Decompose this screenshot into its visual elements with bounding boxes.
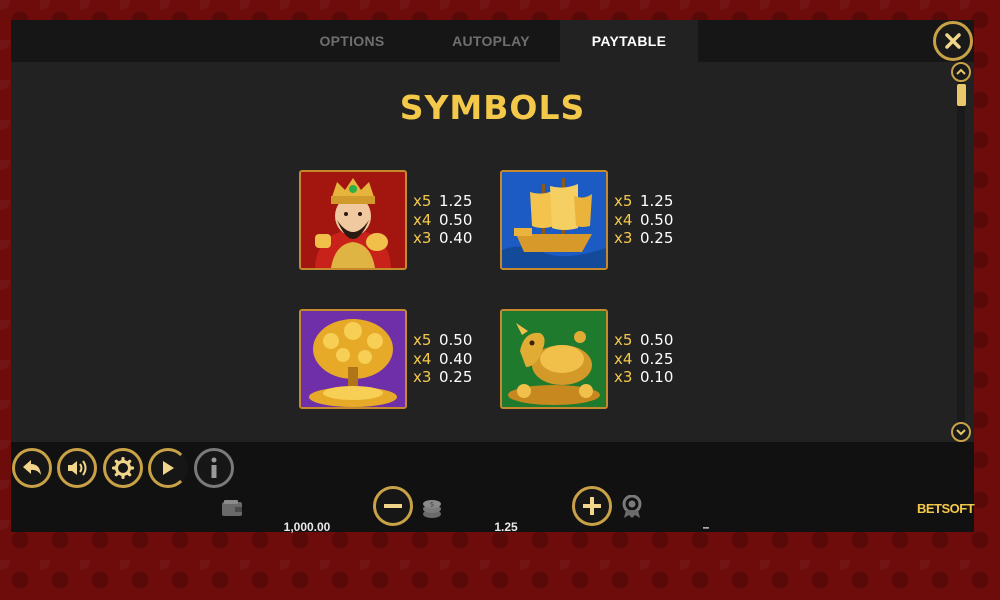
pay-multiplier: x5: [413, 331, 432, 349]
pay-value: 0.25: [439, 368, 473, 386]
paytable-fortune-god: x5 1.25 x4 0.50 x3 0.40: [413, 192, 472, 248]
tab-bar: OPTIONS AUTOPLAY PAYTABLE: [11, 20, 974, 62]
pay-multiplier: x4: [413, 349, 432, 368]
win-value: –: [702, 520, 710, 534]
pay-value: 0.50: [439, 210, 473, 229]
pay-row: x5 1.25: [614, 192, 673, 211]
autoplay-icon: [163, 461, 174, 475]
pay-row: x5 0.50: [413, 331, 472, 350]
pay-multiplier: x3: [413, 229, 432, 247]
bet-value: 1.25: [494, 520, 518, 534]
section-title: SYMBOLS: [399, 88, 586, 127]
pay-multiplier: x5: [413, 192, 432, 210]
pay-row: x3 0.25: [413, 368, 472, 387]
golden-ship-icon: [502, 172, 606, 268]
info-button[interactable]: [194, 448, 234, 488]
pay-value: 0.25: [640, 229, 674, 247]
pay-row: x3 0.10: [614, 368, 673, 387]
pay-multiplier: x5: [614, 331, 633, 349]
pay-row: x4 0.40: [413, 350, 472, 369]
scroll-up-button[interactable]: [951, 62, 971, 82]
scrollbar-track[interactable]: [957, 62, 965, 442]
increase-bet-button[interactable]: [572, 486, 612, 526]
pay-value: 0.50: [640, 331, 674, 349]
balance-value: 1,000.00: [283, 520, 331, 534]
tab-autoplay[interactable]: AUTOPLAY: [435, 20, 547, 62]
pay-value: 1.25: [439, 192, 473, 210]
decrease-bet-button[interactable]: [373, 486, 413, 526]
close-button[interactable]: [933, 21, 973, 61]
paytable-money-tree: x5 0.50 x4 0.40 x3 0.25: [413, 331, 472, 387]
wallet-icon: [222, 500, 242, 516]
pay-row: x4 0.50: [413, 211, 472, 230]
pay-multiplier: x4: [413, 210, 432, 229]
pay-value: 0.40: [439, 349, 473, 368]
coins-icon: $: [423, 500, 441, 518]
sound-icon: [68, 460, 87, 476]
pay-multiplier: x4: [614, 210, 633, 229]
svg-text:$: $: [430, 501, 434, 509]
tab-paytable[interactable]: PAYTABLE: [560, 20, 698, 62]
pay-row: x4 0.25: [614, 350, 673, 369]
game-window: OPTIONS AUTOPLAY PAYTABLE SYMBOLS x5 1.2…: [11, 20, 974, 534]
symbol-money-tree: [299, 309, 407, 409]
pay-value: 0.10: [640, 368, 674, 386]
pay-row: x5 0.50: [614, 331, 673, 350]
pay-row: x5 1.25: [413, 192, 472, 211]
award-icon: [622, 495, 642, 518]
brand-logo: BETSOFT: [917, 501, 975, 516]
symbol-golden-ship: [500, 170, 608, 270]
plus-icon: [583, 497, 601, 515]
sound-button[interactable]: [57, 448, 97, 488]
pay-multiplier: x4: [614, 349, 633, 368]
paytable-golden-ship: x5 1.25 x4 0.50 x3 0.25: [614, 192, 673, 248]
pay-value: 0.40: [439, 229, 473, 247]
scroll-down-icon: [956, 429, 966, 436]
symbol-fortune-god: [299, 170, 407, 270]
bottom-toolbar: 1,000.00 $ 1.25 –: [11, 442, 974, 534]
paytable-content: SYMBOLS x5 1.25 x4 0.50 x3 0.40 x5 1.25 …: [11, 62, 974, 442]
money-tree-icon: [301, 311, 405, 407]
info-icon: [211, 457, 217, 478]
tab-options[interactable]: OPTIONS: [301, 20, 403, 62]
settings-icon: [112, 457, 134, 479]
back-button[interactable]: [12, 448, 52, 488]
pay-value: 0.50: [640, 210, 674, 229]
scrollbar-thumb[interactable]: [957, 84, 966, 106]
settings-button[interactable]: [103, 448, 143, 488]
autoplay-button[interactable]: [148, 448, 188, 488]
pay-row: x3 0.25: [614, 229, 673, 248]
fortune-god-icon: [301, 172, 405, 268]
pay-multiplier: x3: [614, 229, 633, 247]
dragon-turtle-icon: [502, 311, 606, 407]
pay-row: x3 0.40: [413, 229, 472, 248]
minus-icon: [384, 504, 402, 508]
pay-value: 0.50: [439, 331, 473, 349]
scroll-up-icon: [956, 68, 966, 75]
pay-multiplier: x3: [614, 368, 633, 386]
back-icon: [23, 460, 41, 475]
symbol-dragon-turtle: [500, 309, 608, 409]
paytable-dragon-turtle: x5 0.50 x4 0.25 x3 0.10: [614, 331, 673, 387]
scroll-down-button[interactable]: [951, 422, 971, 442]
pay-multiplier: x3: [413, 368, 432, 386]
pay-row: x4 0.50: [614, 211, 673, 230]
pay-value: 0.25: [640, 349, 674, 368]
pay-multiplier: x5: [614, 192, 633, 210]
close-icon: [945, 33, 961, 49]
pay-value: 1.25: [640, 192, 674, 210]
